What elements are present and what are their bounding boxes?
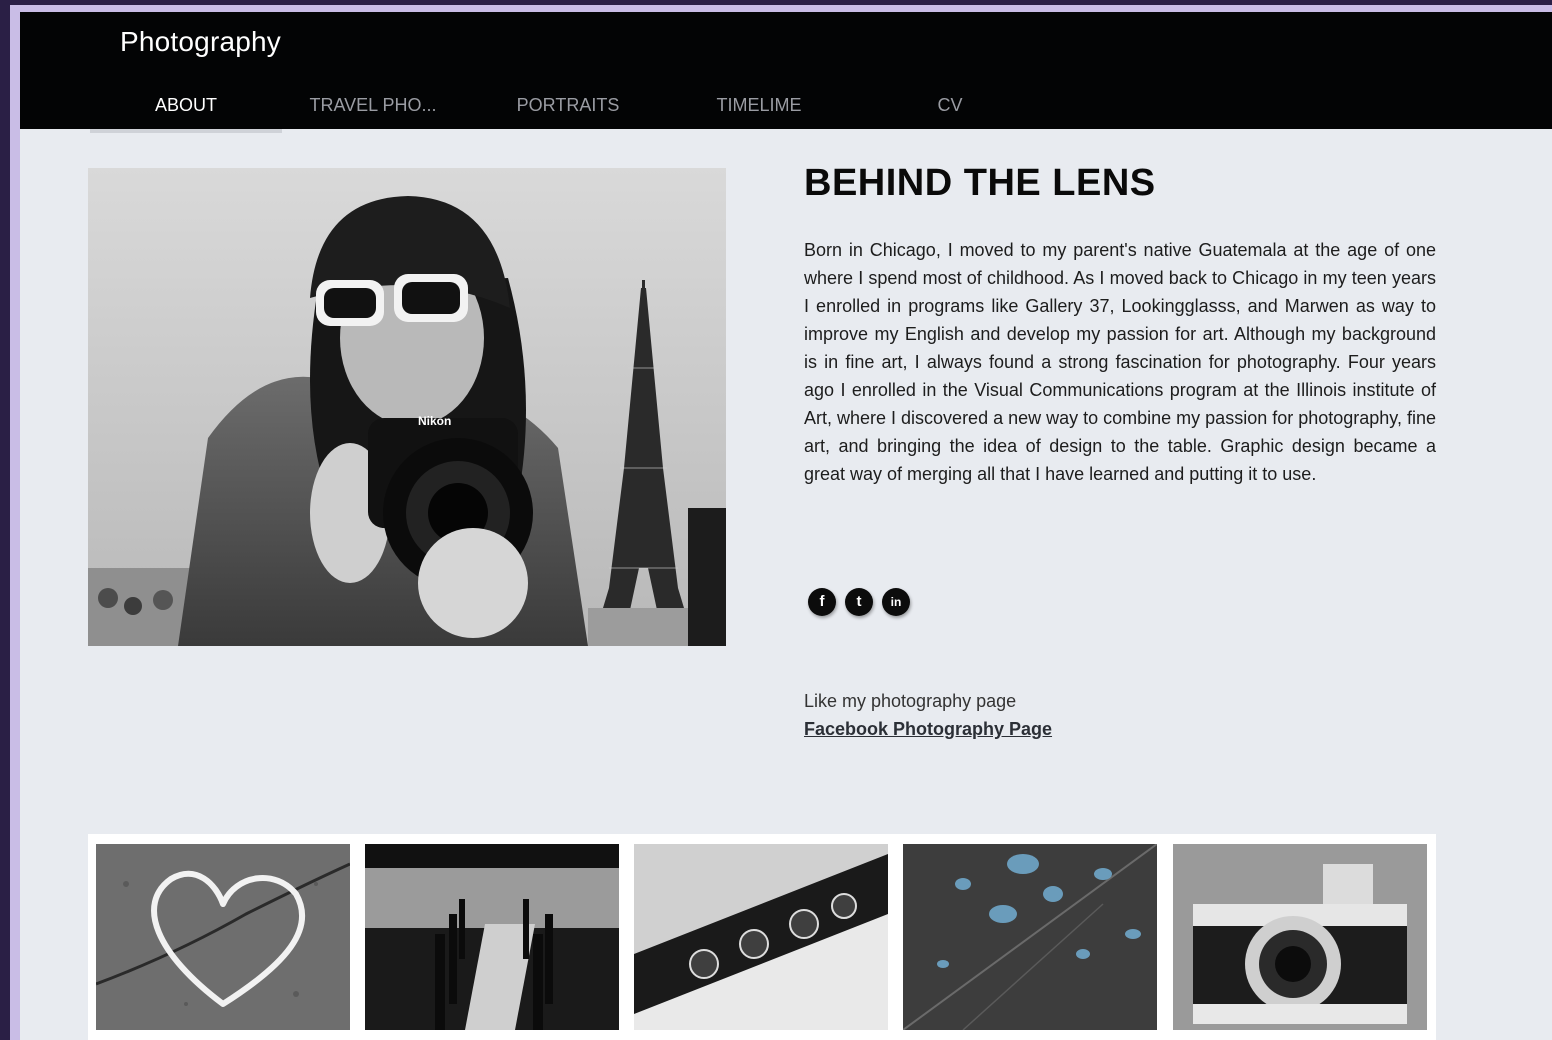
about-heading: BEHIND THE LENS bbox=[804, 162, 1156, 204]
gallery-thumb-chalk-heart[interactable] bbox=[96, 844, 350, 1030]
gallery-thumb-vintage-camera[interactable] bbox=[1173, 844, 1427, 1030]
linkedin-icon[interactable]: in bbox=[882, 588, 910, 616]
page: Photography ABOUT TRAVEL PHO... PORTRAIT… bbox=[20, 12, 1552, 1040]
gallery-thumb-leaf-drops[interactable] bbox=[903, 844, 1157, 1030]
gallery-thumb-clarinet[interactable] bbox=[634, 844, 888, 1030]
hero-photo-illustration: Nikon bbox=[88, 168, 726, 646]
tab-portraits[interactable]: PORTRAITS bbox=[494, 92, 642, 129]
tab-cv[interactable]: CV bbox=[900, 92, 1000, 129]
active-tab-indicator bbox=[90, 129, 282, 133]
top-bar: Photography ABOUT TRAVEL PHO... PORTRAIT… bbox=[20, 12, 1552, 129]
svg-text:Nikon: Nikon bbox=[418, 414, 451, 428]
about-bio: Born in Chicago, I moved to my parent's … bbox=[804, 240, 1436, 484]
like-page-text: Like my photography page bbox=[804, 691, 1017, 711]
gallery-thumb-dock-on-lake[interactable] bbox=[365, 844, 619, 1030]
gallery-strip bbox=[88, 834, 1436, 1040]
facebook-page-link[interactable]: Facebook Photography Page bbox=[804, 719, 1052, 740]
facebook-icon[interactable]: f bbox=[808, 588, 836, 616]
main-nav: ABOUT TRAVEL PHO... PORTRAITS TIMELIME C… bbox=[20, 92, 1552, 129]
hero-photo: Nikon bbox=[88, 168, 726, 646]
tab-timeline[interactable]: TIMELIME bbox=[686, 92, 832, 129]
site-title[interactable]: Photography bbox=[120, 26, 281, 58]
twitter-icon[interactable]: t bbox=[845, 588, 873, 616]
tab-travel-photography[interactable]: TRAVEL PHO... bbox=[288, 92, 458, 129]
tab-about[interactable]: ABOUT bbox=[120, 92, 252, 129]
